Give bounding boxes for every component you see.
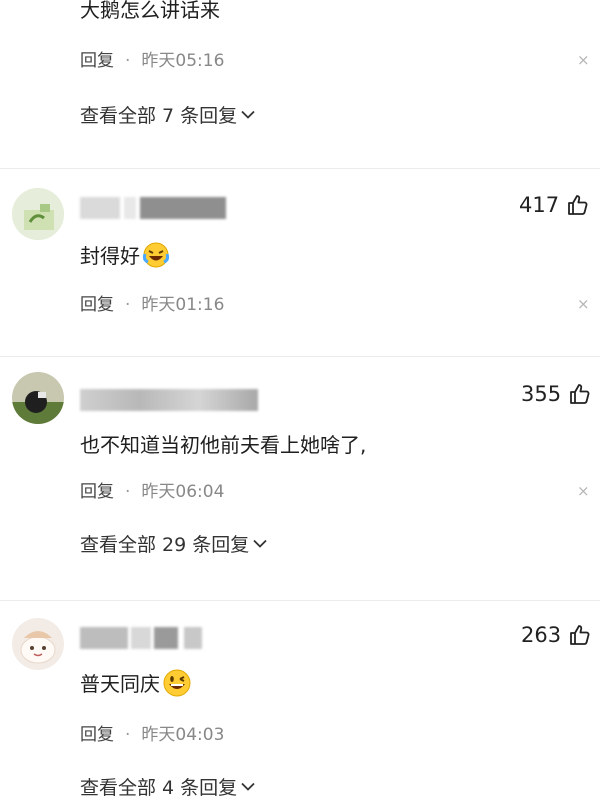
like-count: 263	[521, 623, 562, 647]
timestamp: 昨天06:04	[141, 482, 225, 502]
username-blurred[interactable]	[80, 389, 258, 411]
avatar[interactable]	[12, 188, 64, 240]
comment-text-row: 封得好	[80, 240, 170, 274]
comment-text: 也不知道当初他前夫看上她啥了,	[80, 433, 367, 457]
username-blurred[interactable]	[80, 197, 226, 219]
separator-dot: ·	[125, 51, 131, 71]
comment-meta: 回复 · 昨天06:04	[80, 477, 224, 502]
view-all-replies-button[interactable]: 查看全部 29 条回复	[80, 530, 267, 557]
like-counter[interactable]: 263	[521, 623, 592, 647]
reply-button[interactable]: 回复	[80, 51, 114, 71]
like-counter[interactable]: 417	[519, 193, 590, 217]
timestamp: 昨天01:16	[141, 295, 225, 315]
thumbs-up-icon	[568, 195, 588, 215]
username-blurred[interactable]	[80, 627, 202, 649]
separator-dot: ·	[125, 295, 131, 315]
chevron-down-icon	[253, 539, 267, 548]
like-count: 417	[519, 193, 560, 217]
separator-dot: ·	[125, 725, 131, 745]
comment-text: 大鹅怎么讲话来	[80, 0, 220, 22]
separator-dot: ·	[125, 482, 131, 502]
close-icon[interactable]: ×	[577, 482, 590, 500]
view-replies-label: 查看全部 4 条回复	[80, 777, 238, 799]
comment-meta: 回复 · 昨天05:16	[80, 46, 224, 71]
like-counter[interactable]: 355	[521, 382, 592, 406]
view-replies-label: 查看全部 7 条回复	[80, 105, 238, 127]
avatar[interactable]	[12, 372, 64, 424]
divider	[0, 600, 600, 601]
close-icon[interactable]: ×	[577, 51, 590, 69]
view-all-replies-button[interactable]: 查看全部 7 条回复	[80, 101, 255, 128]
comment-meta: 回复 · 昨天01:16	[80, 290, 224, 315]
like-count: 355	[521, 382, 562, 406]
avatar[interactable]	[12, 618, 64, 670]
comment-text: 封得好	[80, 244, 140, 268]
chevron-down-icon	[241, 110, 255, 119]
comment-text: 普天同庆	[80, 672, 160, 696]
view-all-replies-button[interactable]: 查看全部 4 条回复	[80, 773, 255, 800]
reply-button[interactable]: 回复	[80, 482, 114, 502]
comment-meta: 回复 · 昨天04:03	[80, 720, 224, 745]
chevron-down-icon	[241, 782, 255, 791]
grinning-face-emoji-icon	[162, 668, 192, 703]
view-replies-label: 查看全部 29 条回复	[80, 534, 250, 556]
divider	[0, 356, 600, 357]
timestamp: 昨天05:16	[141, 51, 225, 71]
reply-button[interactable]: 回复	[80, 725, 114, 745]
reply-button[interactable]: 回复	[80, 295, 114, 315]
timestamp: 昨天04:03	[141, 725, 225, 745]
thumbs-up-icon	[570, 384, 590, 404]
comment-text-row: 普天同庆	[80, 668, 192, 703]
thumbs-up-icon	[570, 625, 590, 645]
divider	[0, 168, 600, 169]
laughing-crying-emoji-icon	[142, 241, 170, 274]
close-icon[interactable]: ×	[577, 295, 590, 313]
